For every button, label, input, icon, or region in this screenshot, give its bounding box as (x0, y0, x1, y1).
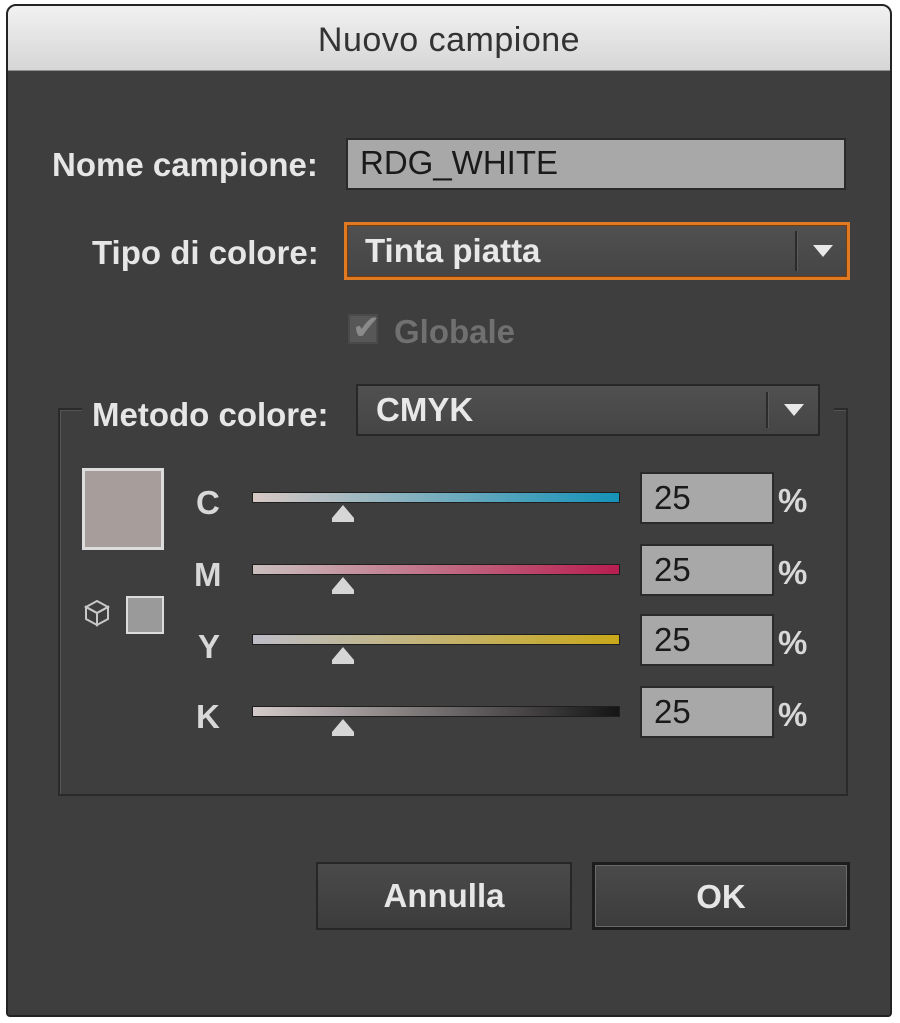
chevron-down-icon (784, 404, 804, 416)
color-mode-label: Metodo colore: (92, 396, 329, 433)
magenta-unit: % (778, 554, 808, 591)
color-type-dropdown[interactable]: Tinta piatta (344, 222, 850, 280)
channel-c-label: C (196, 484, 220, 521)
cyan-unit: % (778, 482, 808, 519)
new-swatch-dialog: Nuovo campione Nome campione: RDG_WHITE … (6, 4, 892, 1017)
black-slider-thumb[interactable] (332, 719, 354, 732)
cyan-value-input[interactable]: 25 (640, 472, 774, 524)
cyan-slider-track[interactable] (252, 492, 620, 503)
color-mode-value: CMYK (376, 391, 474, 428)
color-mode-dropdown[interactable]: CMYK (356, 384, 820, 436)
dropdown-separator (795, 231, 798, 271)
black-unit: % (778, 696, 808, 733)
color-type-value: Tinta piatta (365, 232, 541, 269)
global-checkbox-label: Globale (394, 313, 516, 350)
magenta-value-input[interactable]: 25 (640, 544, 774, 596)
channel-k-label: K (196, 698, 220, 735)
yellow-slider-thumb[interactable] (332, 647, 354, 660)
global-checkbox[interactable]: ✔ (348, 309, 381, 347)
yellow-unit: % (778, 624, 808, 661)
yellow-slider-thumb-base (332, 660, 354, 664)
black-slider-thumb-base (332, 732, 354, 736)
checkmark-icon: ✔ (352, 309, 381, 347)
magenta-slider-thumb[interactable] (332, 577, 354, 590)
color-type-label: Tipo di colore: (92, 234, 319, 271)
cyan-slider-thumb[interactable] (332, 505, 354, 518)
chevron-down-icon (813, 245, 833, 257)
color-preview-swatch (82, 468, 164, 550)
gamut-swatch[interactable] (126, 596, 164, 634)
magenta-slider-thumb-base (332, 590, 354, 594)
channel-y-label: Y (198, 628, 221, 665)
magenta-slider-track[interactable] (252, 564, 620, 575)
swatch-name-input[interactable]: RDG_WHITE (346, 138, 846, 190)
black-value-input[interactable]: 25 (640, 686, 774, 738)
cyan-slider-thumb-base (332, 518, 354, 522)
black-slider-track[interactable] (252, 706, 620, 717)
yellow-value-input[interactable]: 25 (640, 614, 774, 666)
dialog-title: Nuovo campione (8, 6, 890, 71)
channel-m-label: M (194, 556, 222, 593)
swatch-name-label: Nome campione: (52, 146, 318, 183)
cancel-button[interactable]: Annulla (316, 862, 572, 930)
ok-button[interactable]: OK (592, 862, 850, 930)
dropdown-separator (766, 392, 769, 428)
yellow-slider-track[interactable] (252, 634, 620, 645)
cube-icon[interactable] (82, 598, 112, 628)
